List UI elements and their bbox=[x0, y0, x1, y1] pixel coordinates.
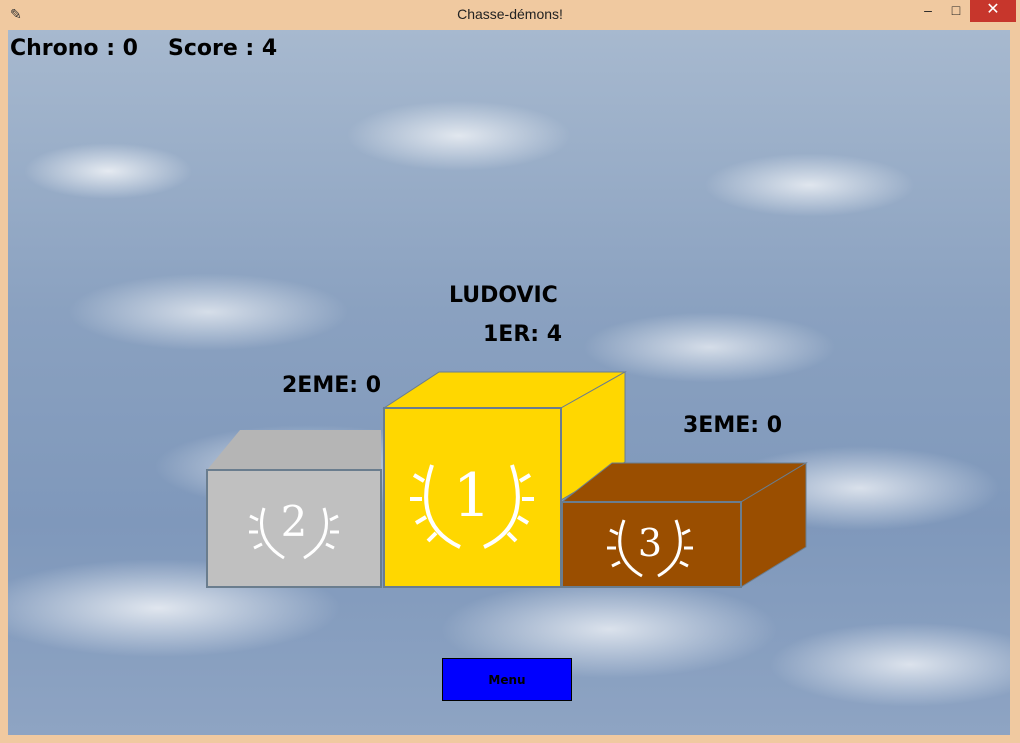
podium-second: 2 bbox=[206, 430, 382, 588]
rank-second: 2 bbox=[281, 497, 308, 546]
title-bar: ✎ Chasse-démons! – □ ✕ bbox=[0, 0, 1020, 30]
window-frame-right bbox=[1010, 30, 1020, 743]
third-place-score: 3EME: 0 bbox=[683, 413, 783, 438]
rank-third: 3 bbox=[638, 521, 662, 565]
minimize-button[interactable]: – bbox=[914, 0, 942, 22]
rank-first: 1 bbox=[453, 461, 491, 531]
first-player-name: LUDOVIC bbox=[449, 283, 558, 308]
window-frame-bottom bbox=[0, 735, 1020, 743]
second-place-score: 2EME: 0 bbox=[282, 373, 382, 398]
maximize-button[interactable]: □ bbox=[942, 0, 970, 22]
menu-button[interactable]: Menu bbox=[442, 658, 572, 701]
window-frame-left bbox=[0, 30, 8, 743]
close-button[interactable]: ✕ bbox=[970, 0, 1016, 22]
first-place-score: 1ER: 4 bbox=[483, 322, 563, 347]
podium-third: 3 bbox=[560, 462, 808, 588]
podium-second-top bbox=[207, 430, 381, 470]
game-canvas[interactable]: Chrono : 0 Score : 4 2 1 3 LUDOVIC 1ER: … bbox=[8, 30, 1010, 735]
podium: 2 1 3 bbox=[206, 371, 808, 588]
window-title: Chasse-démons! bbox=[457, 6, 563, 22]
